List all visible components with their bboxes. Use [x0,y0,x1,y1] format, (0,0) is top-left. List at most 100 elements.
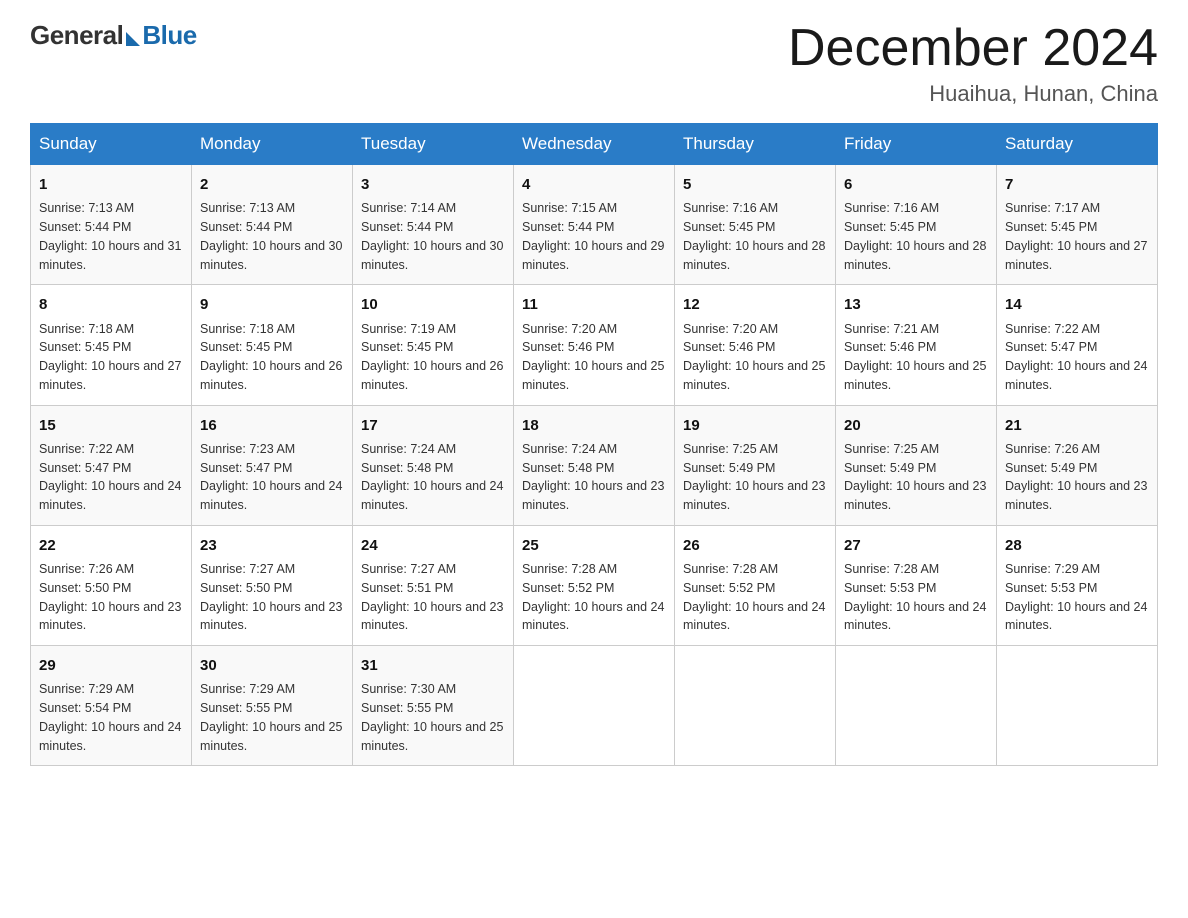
day-info: Sunrise: 7:19 AMSunset: 5:45 PMDaylight:… [361,320,505,395]
calendar-cell: 19Sunrise: 7:25 AMSunset: 5:49 PMDayligh… [675,405,836,525]
calendar-cell: 12 Sunrise: 7:20 AMSunset: 5:46 PMDayligh… [675,285,836,405]
calendar-cell: 9Sunrise: 7:18 AMSunset: 5:45 PMDaylight… [192,285,353,405]
day-number: 20 [844,414,988,437]
day-number: 21 [1005,414,1149,437]
day-info: Sunrise: 7:17 AMSunset: 5:45 PMDaylight:… [1005,199,1149,274]
calendar-cell: 7 Sunrise: 7:17 AMSunset: 5:45 PMDaylight… [997,165,1158,285]
month-title: December 2024 [788,20,1158,77]
day-info: Sunrise: 7:16 AMSunset: 5:45 PMDaylight:… [844,199,988,274]
day-info: Sunrise: 7:15 AMSunset: 5:44 PMDaylight:… [522,199,666,274]
header-sunday: Sunday [31,124,192,165]
day-info: Sunrise: 7:13 AMSunset: 5:44 PMDaylight:… [200,199,344,274]
day-number: 16 [200,414,344,437]
day-info: Sunrise: 7:22 AMSunset: 5:47 PMDaylight:… [1005,320,1149,395]
title-area: December 2024 Huaihua, Hunan, China [788,20,1158,107]
calendar-cell: 3 Sunrise: 7:14 AMSunset: 5:44 PMDaylight… [353,165,514,285]
logo: General Blue [30,20,197,51]
header-wednesday: Wednesday [514,124,675,165]
day-number: 12 [683,293,827,316]
logo-triangle-icon [126,32,140,46]
day-info: Sunrise: 7:20 AMSunset: 5:46 PMDaylight:… [522,320,666,395]
day-number: 31 [361,654,505,677]
week-row-5: 29Sunrise: 7:29 AMSunset: 5:54 PMDayligh… [31,646,1158,766]
calendar-cell: 17 Sunrise: 7:24 AMSunset: 5:48 PMDayligh… [353,405,514,525]
day-number: 17 [361,414,505,437]
header-saturday: Saturday [997,124,1158,165]
day-number: 1 [39,173,183,196]
day-info: Sunrise: 7:21 AMSunset: 5:46 PMDaylight:… [844,320,988,395]
calendar-cell: 23Sunrise: 7:27 AMSunset: 5:50 PMDayligh… [192,525,353,645]
day-info: Sunrise: 7:26 AMSunset: 5:49 PMDaylight:… [1005,440,1149,515]
day-number: 22 [39,534,183,557]
calendar-cell: 5 Sunrise: 7:16 AMSunset: 5:45 PMDaylight… [675,165,836,285]
day-number: 26 [683,534,827,557]
day-number: 8 [39,293,183,316]
day-info: Sunrise: 7:26 AMSunset: 5:50 PMDaylight:… [39,560,183,635]
calendar-cell: 28Sunrise: 7:29 AMSunset: 5:53 PMDayligh… [997,525,1158,645]
day-info: Sunrise: 7:16 AMSunset: 5:45 PMDaylight:… [683,199,827,274]
calendar-cell: 4 Sunrise: 7:15 AMSunset: 5:44 PMDaylight… [514,165,675,285]
day-info: Sunrise: 7:22 AMSunset: 5:47 PMDaylight:… [39,440,183,515]
day-info: Sunrise: 7:14 AMSunset: 5:44 PMDaylight:… [361,199,505,274]
week-row-3: 15 Sunrise: 7:22 AMSunset: 5:47 PMDayligh… [31,405,1158,525]
header-monday: Monday [192,124,353,165]
calendar-cell [836,646,997,766]
day-number: 24 [361,534,505,557]
day-info: Sunrise: 7:28 AMSunset: 5:52 PMDaylight:… [522,560,666,635]
day-info: Sunrise: 7:24 AMSunset: 5:48 PMDaylight:… [361,440,505,515]
day-info: Sunrise: 7:25 AMSunset: 5:49 PMDaylight:… [844,440,988,515]
day-info: Sunrise: 7:20 AMSunset: 5:46 PMDaylight:… [683,320,827,395]
day-number: 18 [522,414,666,437]
calendar-cell: 10 Sunrise: 7:19 AMSunset: 5:45 PMDayligh… [353,285,514,405]
calendar-cell [514,646,675,766]
calendar-cell: 30Sunrise: 7:29 AMSunset: 5:55 PMDayligh… [192,646,353,766]
calendar-cell: 22 Sunrise: 7:26 AMSunset: 5:50 PMDayligh… [31,525,192,645]
calendar-cell: 11 Sunrise: 7:20 AMSunset: 5:46 PMDayligh… [514,285,675,405]
calendar-cell: 13 Sunrise: 7:21 AMSunset: 5:46 PMDayligh… [836,285,997,405]
calendar-cell [675,646,836,766]
day-number: 5 [683,173,827,196]
calendar-table: SundayMondayTuesdayWednesdayThursdayFrid… [30,123,1158,766]
day-number: 4 [522,173,666,196]
logo-general-text: General [30,20,123,51]
day-number: 14 [1005,293,1149,316]
header-row: SundayMondayTuesdayWednesdayThursdayFrid… [31,124,1158,165]
calendar-cell: 27Sunrise: 7:28 AMSunset: 5:53 PMDayligh… [836,525,997,645]
logo-blue-text: Blue [142,20,196,51]
week-row-4: 22 Sunrise: 7:26 AMSunset: 5:50 PMDayligh… [31,525,1158,645]
day-info: Sunrise: 7:29 AMSunset: 5:53 PMDaylight:… [1005,560,1149,635]
day-info: Sunrise: 7:28 AMSunset: 5:53 PMDaylight:… [844,560,988,635]
day-number: 13 [844,293,988,316]
calendar-cell: 18Sunrise: 7:24 AMSunset: 5:48 PMDayligh… [514,405,675,525]
calendar-cell: 14 Sunrise: 7:22 AMSunset: 5:47 PMDayligh… [997,285,1158,405]
header-thursday: Thursday [675,124,836,165]
calendar-cell [997,646,1158,766]
day-number: 6 [844,173,988,196]
day-info: Sunrise: 7:18 AMSunset: 5:45 PMDaylight:… [39,320,183,395]
week-row-2: 8 Sunrise: 7:18 AMSunset: 5:45 PMDaylight… [31,285,1158,405]
day-number: 9 [200,293,344,316]
calendar-cell: 2Sunrise: 7:13 AMSunset: 5:44 PMDaylight… [192,165,353,285]
calendar-cell: 1Sunrise: 7:13 AMSunset: 5:44 PMDaylight… [31,165,192,285]
day-info: Sunrise: 7:28 AMSunset: 5:52 PMDaylight:… [683,560,827,635]
calendar-cell: 21 Sunrise: 7:26 AMSunset: 5:49 PMDayligh… [997,405,1158,525]
day-info: Sunrise: 7:29 AMSunset: 5:54 PMDaylight:… [39,680,183,755]
day-number: 11 [522,293,666,316]
week-row-1: 1 Sunrise: 7:13 AMSunset: 5:44 PMDaylight… [31,165,1158,285]
day-info: Sunrise: 7:30 AMSunset: 5:55 PMDaylight:… [361,680,505,755]
day-number: 10 [361,293,505,316]
day-number: 23 [200,534,344,557]
page-header: General Blue December 2024 Huaihua, Huna… [30,20,1158,107]
day-number: 30 [200,654,344,677]
calendar-cell: 24Sunrise: 7:27 AMSunset: 5:51 PMDayligh… [353,525,514,645]
day-number: 7 [1005,173,1149,196]
calendar-cell: 31 Sunrise: 7:30 AMSunset: 5:55 PMDayligh… [353,646,514,766]
location: Huaihua, Hunan, China [788,81,1158,107]
day-number: 3 [361,173,505,196]
day-info: Sunrise: 7:23 AMSunset: 5:47 PMDaylight:… [200,440,344,515]
calendar-cell: 15 Sunrise: 7:22 AMSunset: 5:47 PMDayligh… [31,405,192,525]
day-number: 15 [39,414,183,437]
calendar-cell: 25Sunrise: 7:28 AMSunset: 5:52 PMDayligh… [514,525,675,645]
calendar-cell: 16 Sunrise: 7:23 AMSunset: 5:47 PMDayligh… [192,405,353,525]
header-tuesday: Tuesday [353,124,514,165]
